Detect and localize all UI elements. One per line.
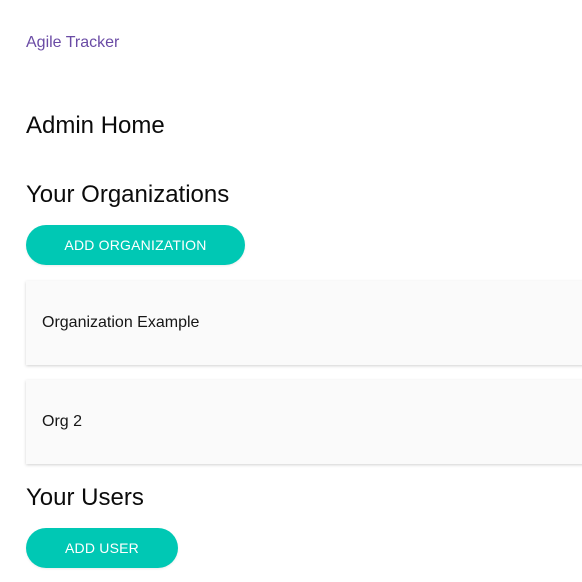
brand-link[interactable]: Agile Tracker bbox=[26, 33, 119, 53]
admin-home-page: Agile Tracker Admin Home Your Organizati… bbox=[0, 0, 582, 582]
add-organization-button[interactable]: ADD ORGANIZATION bbox=[26, 225, 245, 265]
organization-card[interactable]: Org 2 bbox=[26, 380, 582, 464]
organization-name: Org 2 bbox=[42, 413, 83, 430]
organization-name: Organization Example bbox=[42, 314, 200, 331]
organization-card[interactable]: Organization Example bbox=[26, 281, 582, 365]
organizations-heading: Your Organizations bbox=[26, 181, 230, 208]
page-title: Admin Home bbox=[26, 112, 165, 139]
add-user-button[interactable]: ADD USER bbox=[26, 528, 178, 568]
users-heading: Your Users bbox=[26, 484, 144, 511]
